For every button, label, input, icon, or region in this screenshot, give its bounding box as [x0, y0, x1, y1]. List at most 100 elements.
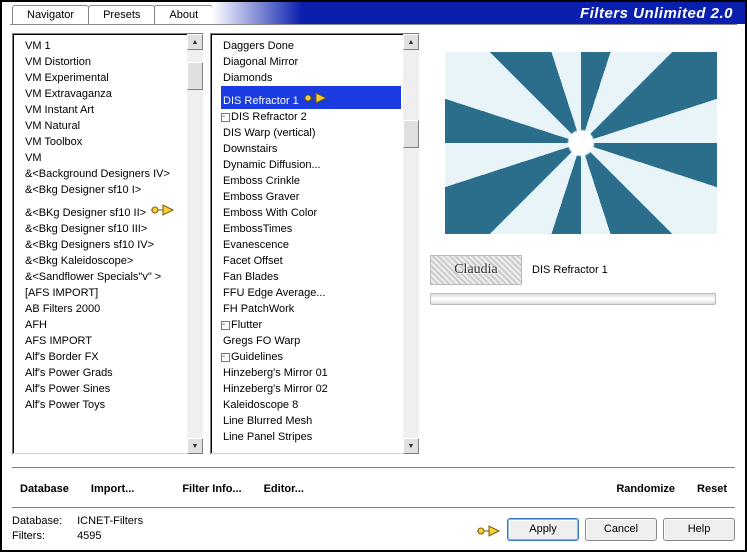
watermark: Claudia: [430, 255, 522, 285]
scroll-thumb[interactable]: [187, 62, 203, 90]
category-item[interactable]: VM Natural: [23, 118, 185, 134]
filter-item[interactable]: Diamonds: [221, 70, 401, 86]
category-scrollbar[interactable]: ▲ ▼: [187, 34, 203, 454]
filter-item[interactable]: Guidelines: [221, 349, 401, 365]
filter-item[interactable]: Emboss With Color: [221, 205, 401, 221]
filter-scrollbar[interactable]: ▲ ▼: [403, 34, 419, 454]
category-item[interactable]: VM 1: [23, 38, 185, 54]
filter-item[interactable]: Evanescence: [221, 237, 401, 253]
filter-list-inner: Daggers DoneDiagonal MirrorDiamondsDIS R…: [211, 34, 403, 454]
category-item[interactable]: AB Filters 2000: [23, 301, 185, 317]
param-row: Claudia DIS Refractor 1: [426, 253, 735, 287]
category-item[interactable]: &<Bkg Designers sf10 IV>: [23, 237, 185, 253]
database-button[interactable]: Database: [12, 481, 77, 497]
filter-item[interactable]: Hinzeberg's Mirror 01: [221, 365, 401, 381]
scroll-up-icon[interactable]: ▲: [187, 34, 203, 50]
filter-item[interactable]: Fan Blades: [221, 269, 401, 285]
scroll-track[interactable]: [403, 50, 419, 438]
filter-info-button[interactable]: Filter Info...: [174, 481, 249, 497]
filter-column: Daggers DoneDiagonal MirrorDiamondsDIS R…: [210, 33, 420, 455]
filter-item[interactable]: Line Blurred Mesh: [221, 413, 401, 429]
category-list-inner: VM 1VM DistortionVM ExperimentalVM Extra…: [13, 34, 187, 454]
tab-about[interactable]: About: [154, 5, 213, 24]
category-item[interactable]: AFH: [23, 317, 185, 333]
filter-item[interactable]: DIS Warp (vertical): [221, 125, 401, 141]
category-item[interactable]: VM Extravaganza: [23, 86, 185, 102]
category-item[interactable]: VM Instant Art: [23, 102, 185, 118]
filter-item[interactable]: Dynamic Diffusion...: [221, 157, 401, 173]
tab-presets[interactable]: Presets: [88, 5, 155, 24]
preview-area: [426, 33, 735, 253]
scroll-track[interactable]: [187, 50, 203, 438]
editor-button[interactable]: Editor...: [256, 481, 312, 497]
filter-item[interactable]: Gregs FO Warp: [221, 333, 401, 349]
footer: Database: ICNET-Filters Filters: 4595 Ap…: [12, 507, 735, 544]
preview-image: [445, 52, 717, 234]
filter-item[interactable]: Flutter: [221, 317, 401, 333]
slider-row: [426, 287, 735, 305]
scroll-down-icon[interactable]: ▼: [187, 438, 203, 454]
filter-item[interactable]: Daggers Done: [221, 38, 401, 54]
category-column: VM 1VM DistortionVM ExperimentalVM Extra…: [12, 33, 204, 455]
filter-item[interactable]: Diagonal Mirror: [221, 54, 401, 70]
tab-navigator[interactable]: Navigator: [12, 5, 89, 24]
category-item[interactable]: &<BKg Designer sf10 II>: [23, 198, 185, 221]
db-value: ICNET-Filters: [77, 515, 143, 527]
category-item[interactable]: Alf's Power Grads: [23, 365, 185, 381]
filter-listbox[interactable]: Daggers DoneDiagonal MirrorDiamondsDIS R…: [210, 33, 420, 455]
reset-button[interactable]: Reset: [689, 481, 735, 497]
category-item[interactable]: Alf's Power Toys: [23, 397, 185, 413]
filter-item[interactable]: Line Panel Stripes: [221, 429, 401, 445]
category-item[interactable]: &<Bkg Designer sf10 I>: [23, 182, 185, 198]
filter-item[interactable]: DIS Refractor 1: [221, 86, 401, 109]
app-title: Filters Unlimited 2.0: [580, 5, 733, 22]
category-item[interactable]: VM Toolbox: [23, 134, 185, 150]
filter-item[interactable]: Emboss Crinkle: [221, 173, 401, 189]
tab-strip: NavigatorPresetsAbout: [2, 2, 212, 24]
filter-item[interactable]: DIS Refractor 2: [221, 109, 401, 125]
scroll-up-icon[interactable]: ▲: [403, 34, 419, 50]
tab-divider: [10, 24, 737, 25]
category-item[interactable]: VM Experimental: [23, 70, 185, 86]
category-item[interactable]: VM Distortion: [23, 54, 185, 70]
pointer-hand-icon: [149, 201, 175, 224]
main-area: VM 1VM DistortionVM ExperimentalVM Extra…: [2, 29, 745, 461]
cancel-button[interactable]: Cancel: [585, 518, 657, 541]
filter-item[interactable]: FFU Edge Average...: [221, 285, 401, 301]
category-item[interactable]: Alf's Border FX: [23, 349, 185, 365]
preview-column: Claudia DIS Refractor 1: [426, 33, 735, 455]
randomize-button[interactable]: Randomize: [608, 481, 683, 497]
filters-label: Filters:: [12, 529, 74, 544]
help-button[interactable]: Help: [663, 518, 735, 541]
toolbar: Database Import... Filter Info... Editor…: [12, 467, 735, 499]
param-label: DIS Refractor 1: [532, 264, 608, 276]
pointer-hand-icon: [475, 522, 501, 543]
filter-item[interactable]: Kaleidoscope 8: [221, 397, 401, 413]
scroll-down-icon[interactable]: ▼: [403, 438, 419, 454]
category-item[interactable]: &<Background Designers IV>: [23, 166, 185, 182]
watermark-text: Claudia: [454, 262, 498, 278]
param-slider[interactable]: [430, 293, 716, 305]
apply-button[interactable]: Apply: [507, 518, 579, 541]
category-item[interactable]: Alf's Power Sines: [23, 381, 185, 397]
filter-item[interactable]: Downstairs: [221, 141, 401, 157]
category-item[interactable]: VM: [23, 150, 185, 166]
category-item[interactable]: &<Bkg Kaleidoscope>: [23, 253, 185, 269]
category-listbox[interactable]: VM 1VM DistortionVM ExperimentalVM Extra…: [12, 33, 204, 455]
scroll-thumb[interactable]: [403, 120, 419, 148]
title-bar: Filters Unlimited 2.0: [212, 2, 745, 24]
import-button[interactable]: Import...: [83, 481, 142, 497]
db-label: Database:: [12, 514, 74, 529]
footer-info: Database: ICNET-Filters Filters: 4595: [12, 514, 143, 544]
filter-item[interactable]: Hinzeberg's Mirror 02: [221, 381, 401, 397]
filter-item[interactable]: Facet Offset: [221, 253, 401, 269]
category-item[interactable]: AFS IMPORT: [23, 333, 185, 349]
app-window: NavigatorPresetsAbout Filters Unlimited …: [0, 0, 747, 552]
category-item[interactable]: &<Sandflower Specials"v" >: [23, 269, 185, 285]
category-item[interactable]: [AFS IMPORT]: [23, 285, 185, 301]
filter-item[interactable]: EmbossTimes: [221, 221, 401, 237]
filter-item[interactable]: Emboss Graver: [221, 189, 401, 205]
filter-item[interactable]: FH PatchWork: [221, 301, 401, 317]
footer-buttons: Apply Cancel Help: [472, 518, 735, 541]
filters-value: 4595: [77, 530, 101, 542]
